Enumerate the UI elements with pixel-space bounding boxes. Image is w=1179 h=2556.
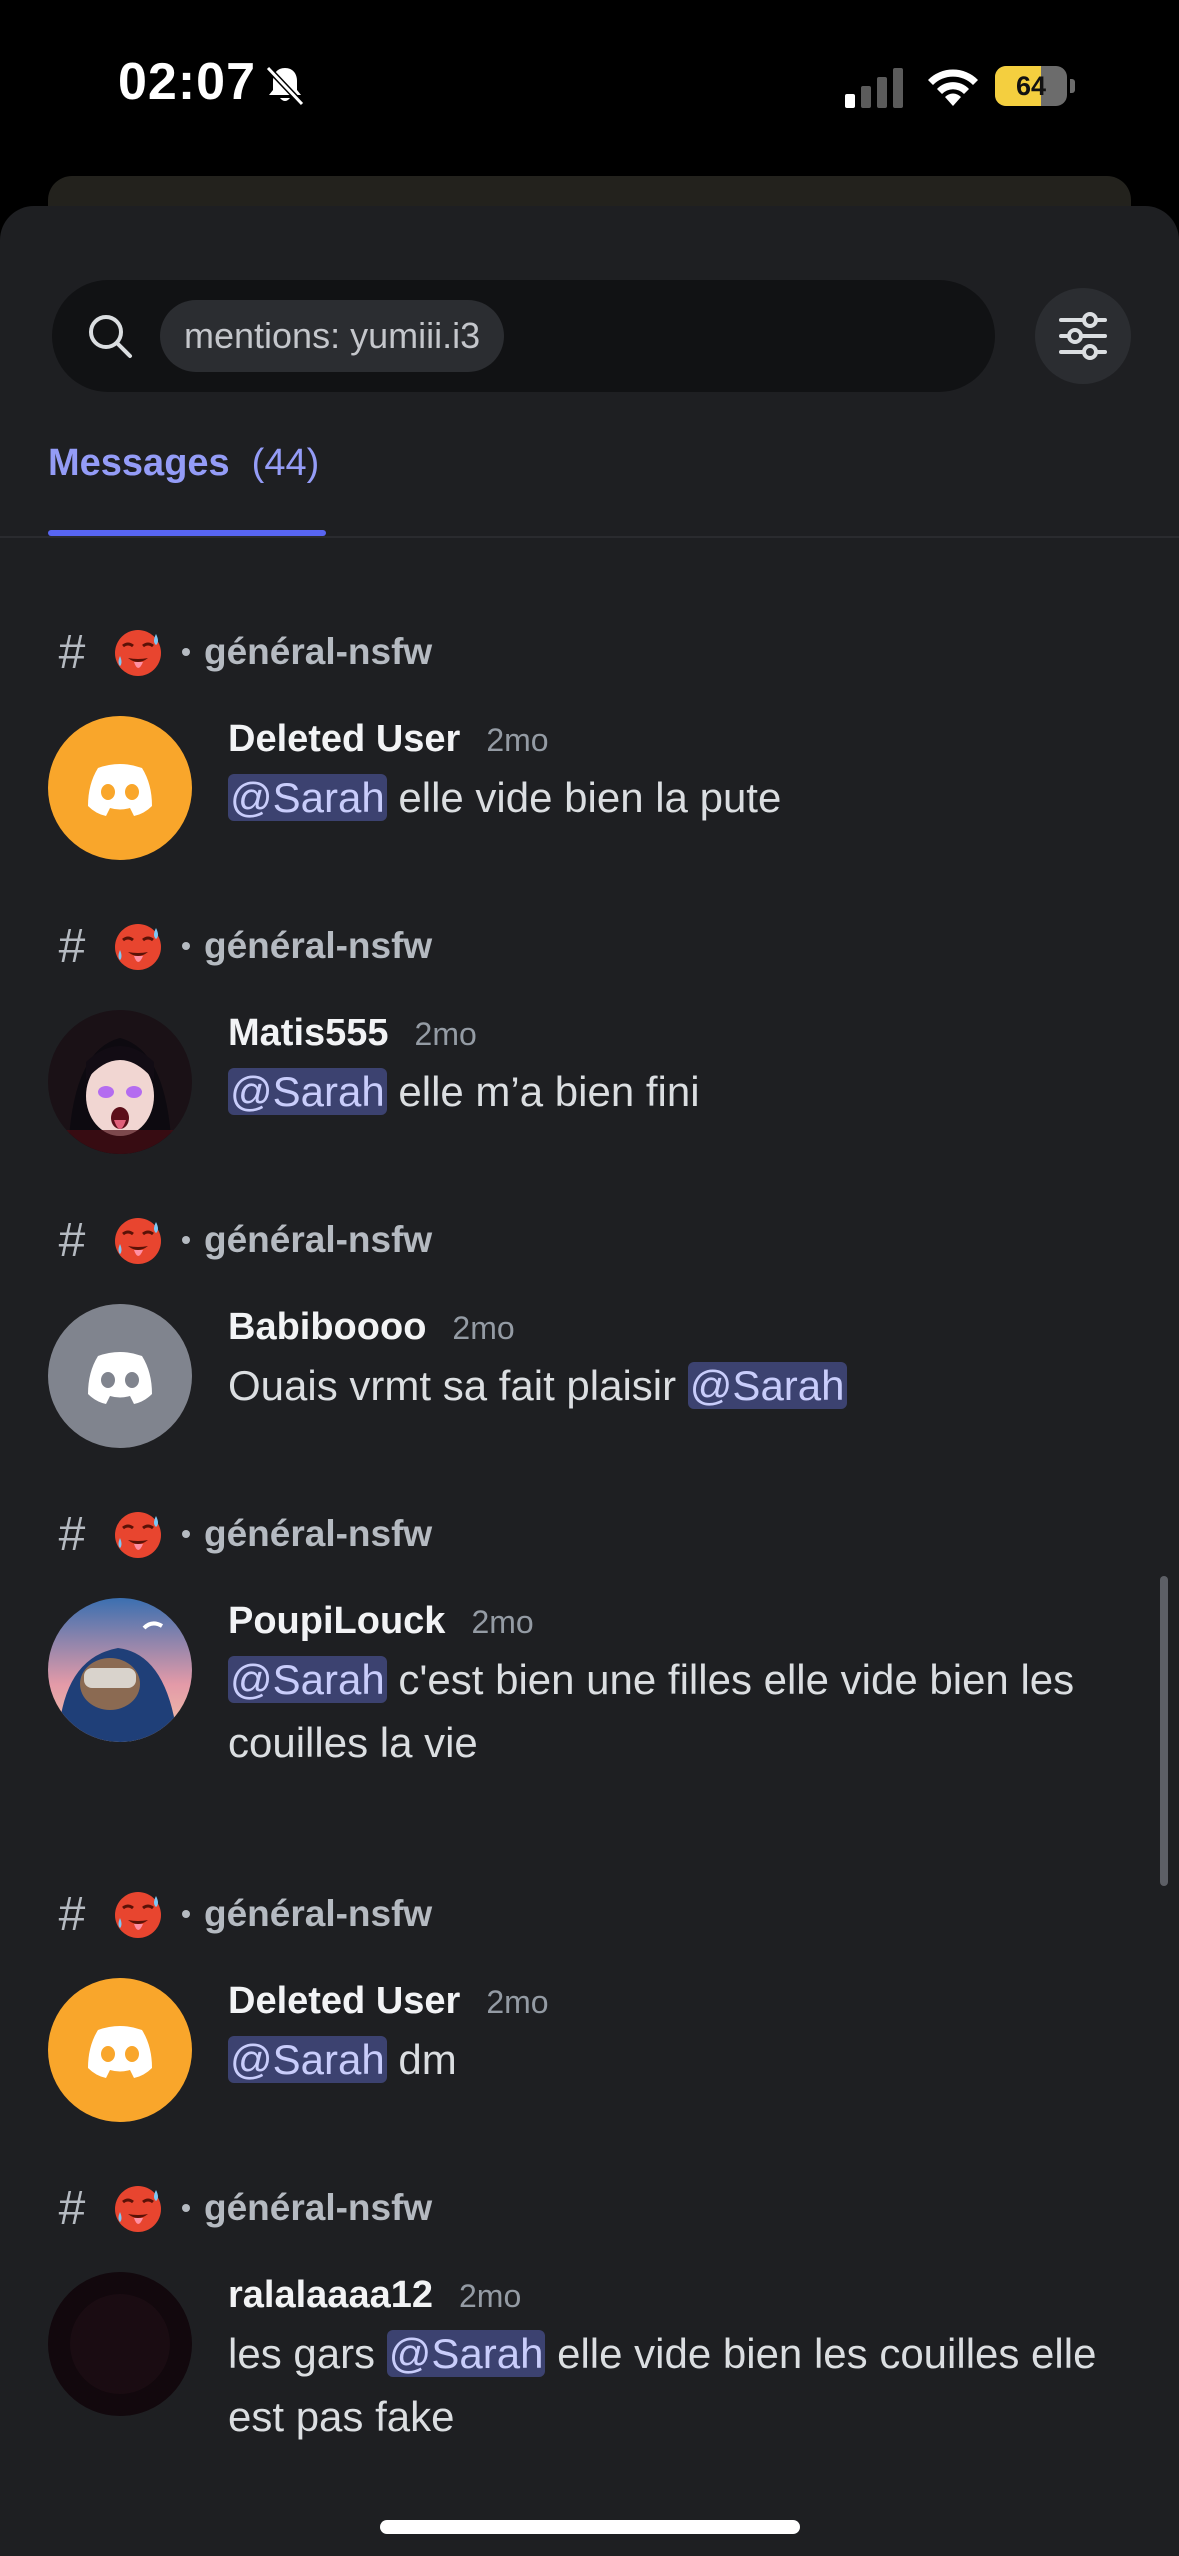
discord-logo-icon <box>48 1304 192 1448</box>
hot-face-emoji <box>115 1892 161 1938</box>
hot-face-emoji <box>115 1512 161 1558</box>
message-header: Deleted User 2mo <box>228 1980 549 2032</box>
anime-girl-avatar-image <box>48 1010 192 1154</box>
message-text-part: elle m’a bien fini <box>386 1068 700 1115</box>
timestamp: 2mo <box>414 1016 477 1052</box>
tab-messages[interactable]: Messages (44) <box>48 442 319 485</box>
separator-dot <box>182 942 190 950</box>
channel-name: général-nsfw <box>204 925 433 966</box>
result-channel-header[interactable]: # général-nsfw <box>48 2176 433 2240</box>
message-text-part: dm <box>386 2036 457 2083</box>
avatar[interactable] <box>48 1978 192 2122</box>
message-header: Babiboooo 2mo <box>228 1306 515 1358</box>
filter-sliders-icon <box>1059 312 1107 360</box>
avatar[interactable] <box>48 1010 192 1154</box>
separator-dot <box>182 648 190 656</box>
bell-slash-icon <box>265 65 305 107</box>
username[interactable]: Deleted User <box>228 1980 460 2023</box>
timestamp: 2mo <box>486 1984 549 2020</box>
timestamp: 2mo <box>486 722 549 758</box>
hot-face-emoji <box>115 630 161 676</box>
avatar[interactable] <box>48 2272 192 2416</box>
timestamp: 2mo <box>458 2278 522 2314</box>
user-mention[interactable]: @Sarah <box>228 1656 387 1703</box>
channel-name: général-nsfw <box>204 1219 433 1260</box>
channel-hash-icon: # <box>58 1213 86 1267</box>
discord-logo-icon <box>48 1978 192 2122</box>
message-text[interactable]: Ouais vrmt sa fait plaisir @Sarah <box>228 1354 1108 1417</box>
username[interactable]: Babiboooo <box>228 1306 426 1349</box>
avatar[interactable] <box>48 716 192 860</box>
wifi-icon <box>928 69 978 106</box>
separator-dot <box>182 1530 190 1538</box>
message-text[interactable]: @Sarah elle m’a bien fini <box>228 1060 1108 1123</box>
result-channel-header[interactable]: # général-nsfw <box>48 914 433 978</box>
channel-name: général-nsfw <box>204 631 433 672</box>
result-channel-header[interactable]: # général-nsfw <box>48 620 433 684</box>
status-bar: 02:07 64 <box>0 0 1179 175</box>
search-icon <box>89 315 132 358</box>
hot-face-emoji <box>115 924 161 970</box>
channel-hash-icon: # <box>58 919 86 973</box>
user-mention[interactable]: @Sarah <box>228 2036 387 2083</box>
user-mention[interactable]: @Sarah <box>687 1362 847 1409</box>
battery-level: 64 <box>1015 71 1047 101</box>
filter-button[interactable] <box>1035 288 1131 384</box>
hooded-figure-avatar-image <box>48 1598 192 1742</box>
channel-hash-icon: # <box>58 1507 86 1561</box>
discord-logo-icon <box>48 716 192 860</box>
tabs-divider <box>0 536 1179 538</box>
username[interactable]: PoupiLouck <box>228 1600 445 1643</box>
separator-dot <box>182 2204 190 2212</box>
hot-face-emoji <box>115 2186 161 2232</box>
username[interactable]: Matis555 <box>228 1012 389 1055</box>
channel-name: général-nsfw <box>204 1513 433 1554</box>
user-mention[interactable]: @Sarah <box>386 2330 546 2377</box>
message-header: ralalaaaa12 2mo <box>228 2274 521 2326</box>
status-time: 02:07 <box>118 53 256 111</box>
dark-avatar-image <box>48 2272 192 2416</box>
channel-name: général-nsfw <box>204 1893 433 1934</box>
channel-name: général-nsfw <box>204 2187 433 2228</box>
search-filter-chip[interactable]: mentions: yumiii.i3 <box>160 300 505 372</box>
separator-dot <box>182 1236 190 1244</box>
tab-count: (44) <box>251 442 320 484</box>
timestamp: 2mo <box>452 1310 515 1346</box>
channel-hash-icon: # <box>58 625 86 679</box>
timestamp: 2mo <box>471 1604 534 1640</box>
search-bar[interactable]: mentions: yumiii.i3 <box>52 280 995 392</box>
avatar[interactable] <box>48 1598 192 1742</box>
message-text[interactable]: @Sarah dm <box>228 2028 1108 2091</box>
channel-hash-icon: # <box>58 2181 86 2235</box>
message-text[interactable]: @Sarah elle vide bien la pute <box>228 766 1108 829</box>
result-channel-header[interactable]: # général-nsfw <box>48 1208 433 1272</box>
message-header: PoupiLouck 2mo <box>228 1600 534 1652</box>
user-mention[interactable]: @Sarah <box>228 1068 387 1115</box>
battery-icon: 64 <box>995 66 1077 106</box>
result-channel-header[interactable]: # général-nsfw <box>48 1882 433 1946</box>
channel-hash-icon: # <box>58 1887 86 1941</box>
cellular-signal-icon <box>845 68 903 108</box>
hot-face-emoji <box>115 1218 161 1264</box>
message-text-part: les gars <box>228 2330 387 2377</box>
message-text-part: Ouais vrmt sa fait plaisir <box>228 1362 688 1409</box>
result-channel-header[interactable]: # général-nsfw <box>48 1502 433 1566</box>
message-text[interactable]: @Sarah c'est bien une filles elle vide b… <box>228 1648 1108 1774</box>
username[interactable]: ralalaaaa12 <box>228 2274 433 2317</box>
user-mention[interactable]: @Sarah <box>228 774 387 821</box>
message-header: Matis555 2mo <box>228 1012 477 1064</box>
message-header: Deleted User 2mo <box>228 718 549 770</box>
username[interactable]: Deleted User <box>228 718 460 761</box>
home-indicator[interactable] <box>380 2520 800 2534</box>
scrollbar[interactable] <box>1160 1576 1168 1886</box>
separator-dot <box>182 1910 190 1918</box>
tab-label: Messages <box>48 442 230 484</box>
message-text[interactable]: les gars @Sarah elle vide bien les couil… <box>228 2322 1108 2448</box>
avatar[interactable] <box>48 1304 192 1448</box>
message-text-part: elle vide bien la pute <box>386 774 782 821</box>
